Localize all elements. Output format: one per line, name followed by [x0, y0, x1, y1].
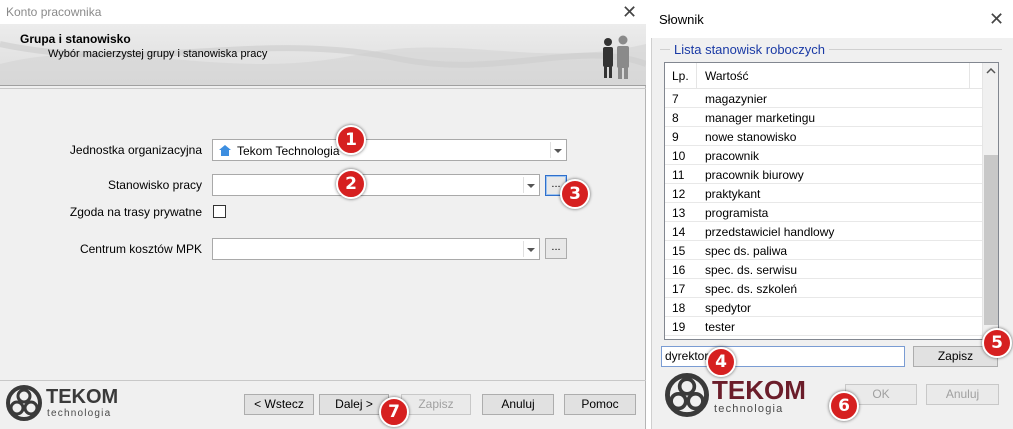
list-item-number: 13: [672, 206, 686, 220]
list-item-number: 14: [672, 225, 686, 239]
home-icon: [219, 145, 231, 156]
column-lp[interactable]: Lp.: [672, 69, 689, 83]
list-item-value: spec ds. paliwa: [705, 244, 788, 258]
list-item-value: spedytor: [705, 301, 752, 315]
cost-center-label: Centrum kosztów MPK: [79, 242, 202, 256]
list-item-number: 10: [672, 149, 686, 163]
list-item-value: praktykant: [705, 187, 761, 201]
list-item[interactable]: 15 spec ds. paliwa: [665, 241, 983, 260]
help-button[interactable]: Pomoc: [564, 394, 636, 415]
list-item-number: 9: [672, 130, 679, 144]
callout-badge-1: 1: [336, 125, 366, 155]
new-value-input[interactable]: dyrektor: [661, 346, 905, 367]
cost-center-browse-button[interactable]: ...: [545, 238, 567, 259]
callout-badge-7: 7: [379, 397, 409, 427]
list-item[interactable]: 13 programista: [665, 203, 983, 222]
scroll-up-icon[interactable]: [986, 68, 996, 74]
list-item-number: 7: [672, 92, 679, 106]
list-item-number: 8: [672, 111, 679, 125]
position-combo[interactable]: [212, 174, 540, 196]
org-unit-label: Jednostka organizacyjna: [69, 143, 202, 157]
list-item-value: manager marketingu: [705, 111, 816, 125]
close-icon[interactable]: ✕: [622, 3, 637, 21]
org-unit-combo[interactable]: Tekom Technologia: [212, 139, 567, 161]
cancel-button[interactable]: Anuluj: [482, 394, 554, 415]
list-item-value: programista: [705, 206, 769, 220]
list-item-value: magazynier: [705, 92, 768, 106]
callout-badge-6: 6: [829, 391, 859, 421]
list-item-number: 15: [672, 244, 686, 258]
callout-badge-4: 4: [706, 347, 736, 377]
org-unit-value: Tekom Technologia: [237, 144, 340, 158]
private-routes-label: Zgoda na trasy prywatne: [69, 205, 202, 219]
list-item[interactable]: 11 pracownik biurowy: [665, 165, 983, 184]
list-item-value: pracownik biurowy: [705, 168, 804, 182]
list-item[interactable]: 18 spedytor: [665, 298, 983, 317]
list-item[interactable]: 8 manager marketingu: [665, 108, 983, 127]
list-item[interactable]: 10 pracownik: [665, 146, 983, 165]
callout-badge-2: 2: [336, 169, 366, 199]
back-button[interactable]: < Wstecz: [244, 394, 314, 415]
chevron-down-icon[interactable]: [523, 241, 537, 257]
column-separator: [696, 63, 697, 89]
list-item-number: 18: [672, 301, 686, 315]
list-item[interactable]: 7 magazynier: [665, 89, 983, 108]
header-title: Grupa i stanowisko: [20, 32, 131, 46]
private-routes-checkbox[interactable]: [213, 205, 226, 218]
header-subtitle: Wybór macierzystej grupy i stanowiska pr…: [48, 48, 268, 60]
list-item-number: 12: [672, 187, 686, 201]
chevron-down-icon[interactable]: [523, 177, 537, 193]
chevron-down-icon[interactable]: [550, 142, 564, 158]
list-item-value: spec. ds. szkoleń: [705, 282, 798, 296]
list-item-number: 11: [672, 168, 685, 182]
people-icon: [603, 35, 629, 79]
dictionary-cancel-button[interactable]: Anuluj: [926, 384, 999, 405]
window-title: Konto pracownika: [6, 5, 102, 19]
column-value[interactable]: Wartość: [705, 69, 749, 83]
list-item-value: przedstawiciel handlowy: [705, 225, 835, 239]
list-item-number: 16: [672, 263, 686, 277]
list-item-value: pracownik: [705, 149, 760, 163]
list-header: Lp. Wartość: [665, 63, 983, 89]
column-separator: [969, 63, 970, 89]
list-item-number: 17: [672, 282, 686, 296]
logo-sub: technologia: [714, 403, 784, 415]
tekom-logo-icon: [6, 385, 42, 421]
list-item[interactable]: 19 tester: [665, 317, 983, 336]
callout-badge-5: 5: [982, 328, 1012, 358]
left-titlebar: Konto pracownika ✕: [0, 0, 646, 24]
save-button[interactable]: Zapisz: [401, 394, 471, 415]
logo-name: TEKOM: [712, 375, 806, 405]
positions-list[interactable]: Lp. Wartość 7 magazynier 8 manager marketin…: [664, 62, 999, 340]
group-title: Lista stanowisk roboczych: [670, 42, 830, 57]
position-label: Stanowisko pracy: [107, 178, 202, 192]
logo-name: TEKOM: [46, 386, 119, 408]
dictionary-title: Słownik: [659, 12, 704, 27]
scroll-thumb[interactable]: [984, 155, 998, 325]
list-item-value: spec. ds. serwisu: [705, 263, 798, 277]
logo-sub: technologia: [47, 408, 112, 419]
right-titlebar: Słownik ✕: [651, 0, 1013, 38]
wizard-header: Grupa i stanowisko Wybór macierzystej gr…: [0, 24, 646, 86]
callout-badge-3: 3: [560, 179, 590, 209]
list-item[interactable]: 16 spec. ds. serwisu: [665, 260, 983, 279]
close-icon[interactable]: ✕: [989, 10, 1004, 28]
list-item-number: 19: [672, 320, 686, 334]
cost-center-combo[interactable]: [212, 238, 540, 260]
list-item[interactable]: 14 przedstawiciel handlowy: [665, 222, 983, 241]
footer-divider: [0, 380, 646, 381]
list-item[interactable]: 17 spec. ds. szkoleń: [665, 279, 983, 298]
list-item-value: nowe stanowisko: [705, 130, 797, 144]
list-item[interactable]: 9 nowe stanowisko: [665, 127, 983, 146]
list-item-value: tester: [705, 320, 736, 334]
divider: [0, 88, 646, 89]
list-item[interactable]: 12 praktykant: [665, 184, 983, 203]
tekom-logo-icon: [665, 373, 709, 417]
